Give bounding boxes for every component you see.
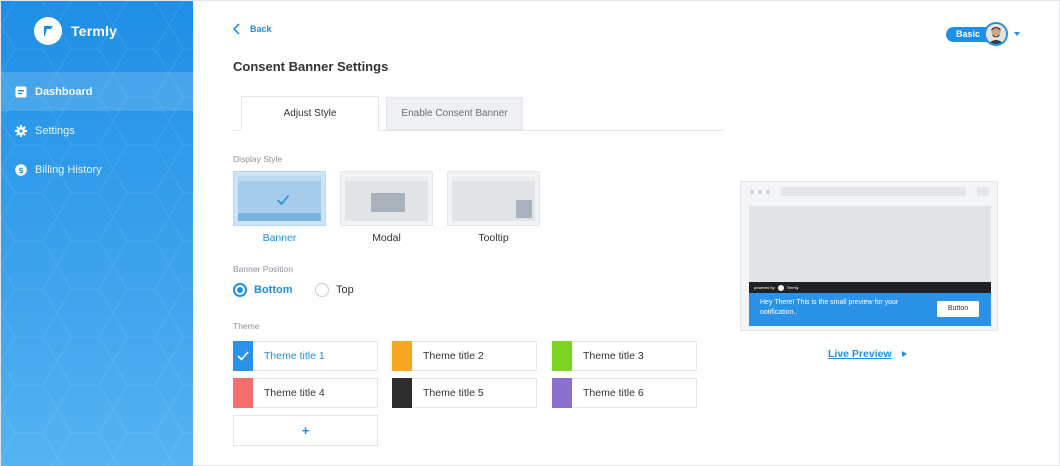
theme-option-6[interactable]: Theme title 6 [552,378,697,408]
theme-swatch [552,378,572,408]
display-style-label: Display Style [233,154,283,164]
theme-swatch [552,341,572,371]
position-radio-bottom[interactable]: Bottom [233,283,293,297]
banner-position-label: Banner Position [233,264,294,274]
theme-name: Theme title 5 [423,387,484,399]
radio-icon [233,283,247,297]
radio-label: Top [336,284,354,296]
gear-icon [14,124,27,137]
tab-enable-consent-banner[interactable]: Enable Consent Banner [386,97,523,130]
style-name-banner: Banner [262,232,297,244]
theme-option-3[interactable]: Theme title 3 [552,341,697,371]
sidebar-item-settings[interactable]: Settings [1,111,193,150]
app-window: Termly Dashboard Settings $ Billing Hist… [0,0,1060,466]
theme-swatch [233,341,253,371]
sidebar-item-label: Billing History [35,163,102,176]
back-label: Back [250,24,272,34]
sidebar-nav: Dashboard Settings $ Billing History [1,72,193,189]
theme-label: Theme [233,321,260,331]
theme-name: Theme title 2 [423,350,484,362]
live-preview-link[interactable]: Live Preview [828,348,907,360]
style-option-modal[interactable] [340,171,433,226]
account-menu[interactable]: Basic [946,22,1021,46]
avatar[interactable] [984,22,1009,46]
theme-swatch [392,341,412,371]
preview-message: Hey There! This is the small preview for… [760,299,899,316]
sidebar: Termly Dashboard Settings $ Billing Hist… [1,1,193,466]
check-icon [237,351,249,361]
theme-name: Theme title 4 [264,387,325,399]
theme-swatch [392,378,412,408]
theme-name: Theme title 3 [583,350,644,362]
chevron-left-icon [233,23,240,35]
theme-name: Theme title 1 [264,350,325,362]
style-name-modal: Modal [372,232,401,244]
theme-name: Theme title 6 [583,387,644,399]
preview-banner: Hey There! This is the small preview for… [749,293,991,326]
dollar-icon: $ [14,163,27,176]
brand-name: Termly [71,23,118,39]
sidebar-item-billing-history[interactable]: $ Billing History [1,150,193,189]
back-link[interactable]: Back [233,23,272,35]
preview-address-bar [781,187,966,196]
termly-logo-icon [777,284,784,291]
add-theme-button[interactable]: + [233,415,378,446]
powered-brand: Termly [786,285,799,290]
powered-text: powered by [754,285,775,290]
style-name-tooltip: Tooltip [478,232,509,244]
theme-option-1[interactable]: Theme title 1 [233,341,378,371]
chevron-down-icon[interactable] [1014,32,1021,36]
live-preview-label: Live Preview [828,348,892,360]
play-icon [901,351,907,357]
position-radio-top[interactable]: Top [315,283,354,297]
preview-banner-button[interactable]: Button [937,301,979,317]
sidebar-item-dashboard[interactable]: Dashboard [1,72,193,111]
preview-powered-by: powered by Termly [749,282,991,293]
theme-option-4[interactable]: Theme title 4 [233,378,378,408]
theme-swatch [233,378,253,408]
style-option-tooltip[interactable] [447,171,540,226]
theme-option-2[interactable]: Theme title 2 [392,341,537,371]
page-title: Consent Banner Settings [233,59,389,74]
banner-preview: powered by Termly Hey There! This is the… [740,181,998,331]
preview-page: powered by Termly Hey There! This is the… [749,206,991,326]
svg-text:$: $ [18,166,24,175]
tab-adjust-style[interactable]: Adjust Style [241,96,379,131]
check-icon [276,194,290,206]
termly-logo-icon [34,17,62,45]
style-option-banner[interactable] [233,171,326,226]
brand[interactable]: Termly [34,17,117,45]
radio-icon [315,283,329,297]
dashboard-icon [14,85,27,98]
hex-pattern [1,1,193,466]
sidebar-item-label: Dashboard [35,85,93,98]
theme-option-5[interactable]: Theme title 5 [392,378,537,408]
sidebar-item-label: Settings [35,124,75,137]
radio-label: Bottom [254,284,293,296]
settings-tabs: Adjust Style Enable Consent Banner [233,96,723,131]
